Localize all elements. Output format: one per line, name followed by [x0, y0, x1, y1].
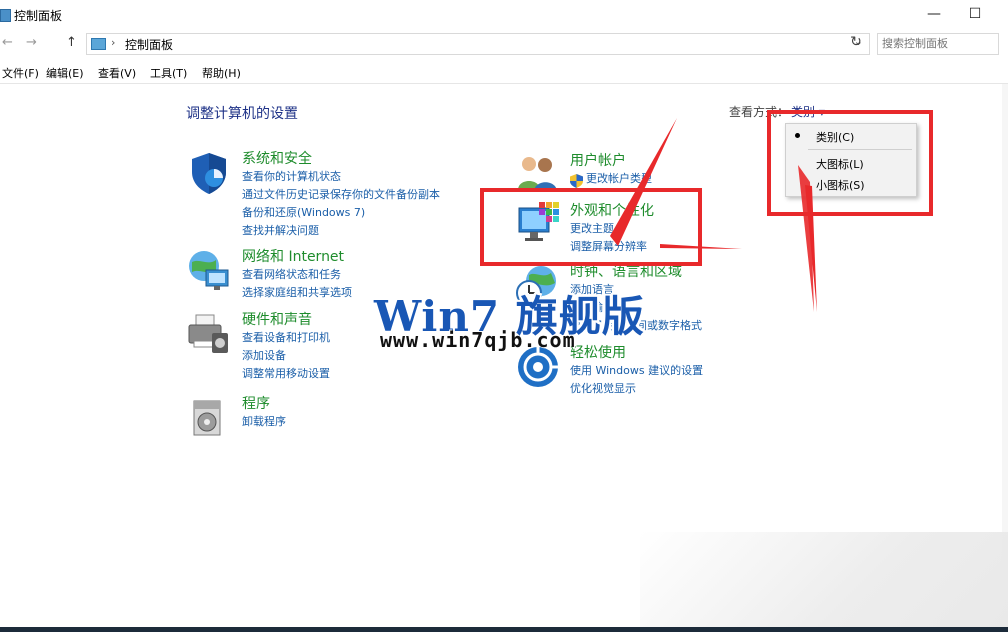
back-button[interactable]: ← — [2, 35, 13, 50]
breadcrumb-separator: › — [111, 36, 116, 49]
category-title[interactable]: 轻松使用 — [570, 344, 703, 362]
category-title[interactable]: 硬件和声音 — [242, 311, 330, 329]
search-box[interactable] — [877, 33, 999, 55]
shield-icon — [192, 153, 226, 194]
globe-network-icon — [189, 251, 229, 290]
refresh-button[interactable]: ↻ — [846, 34, 866, 54]
title-bar: 控制面板 — ☐ — [0, 0, 1008, 30]
category-link[interactable]: 添加设备 — [242, 347, 330, 365]
menu-edit[interactable]: 编辑(E) — [46, 65, 84, 81]
divider — [0, 83, 1008, 84]
menu-file[interactable]: 文件(F) — [2, 65, 39, 81]
menu-help[interactable]: 帮助(H) — [202, 65, 241, 81]
category-title[interactable]: 网络和 Internet — [242, 248, 352, 266]
annotation-box-appearance — [480, 188, 702, 266]
printer-icon — [188, 314, 228, 353]
category-link[interactable]: 使用 Windows 建议的设置 — [570, 362, 703, 380]
page-title: 调整计算机的设置 — [186, 106, 298, 122]
category-link[interactable]: 查看你的计算机状态 — [242, 168, 440, 186]
category-system-security: 系统和安全 查看你的计算机状态 通过文件历史记录保存你的文件备份副本 备份和还原… — [242, 150, 440, 240]
annotation-box-view-menu — [767, 110, 933, 216]
control-panel-icon — [91, 38, 106, 50]
category-link[interactable]: 选择家庭组和共享选项 — [242, 284, 352, 302]
watermark-url: www.win7qjb.com — [380, 328, 576, 352]
minimize-button[interactable]: — — [914, 4, 954, 24]
category-link[interactable]: 查看设备和打印机 — [242, 329, 330, 347]
menu-bar: 文件(F) 编辑(E) 查看(V) 工具(T) 帮助(H) — [0, 62, 1008, 82]
window-title: 控制面板 — [14, 9, 63, 23]
maximize-button[interactable]: ☐ — [955, 4, 995, 24]
category-title[interactable]: 程序 — [242, 395, 286, 413]
forward-button[interactable]: → — [26, 35, 37, 50]
control-panel-icon — [0, 9, 11, 22]
category-title[interactable]: 系统和安全 — [242, 150, 440, 168]
uac-shield-icon — [570, 174, 583, 188]
address-input[interactable]: › 控制面板 ⌄ — [86, 33, 870, 55]
menu-tools[interactable]: 工具(T) — [150, 65, 187, 81]
menu-view[interactable]: 查看(V) — [98, 65, 136, 81]
category-link[interactable]: 调整常用移动设置 — [242, 365, 330, 383]
category-programs: 程序 卸载程序 — [242, 395, 286, 431]
category-link[interactable]: 优化视觉显示 — [570, 380, 703, 398]
category-link[interactable]: 查看网络状态和任务 — [242, 266, 352, 284]
programs-icon — [193, 400, 221, 436]
breadcrumb-control-panel[interactable]: 控制面板 — [125, 36, 173, 53]
category-link[interactable]: 备份和还原(Windows 7) — [242, 204, 440, 222]
category-network-internet: 网络和 Internet 查看网络状态和任务 选择家庭组和共享选项 — [242, 248, 352, 302]
category-title[interactable]: 用户帐户 — [570, 152, 652, 170]
up-button[interactable]: ↑ — [66, 35, 77, 50]
category-ease-of-access: 轻松使用 使用 Windows 建议的设置 优化视觉显示 — [570, 344, 703, 398]
address-bar: ← → ↑ › 控制面板 ⌄ ↻ — [0, 32, 1008, 56]
category-link[interactable]: 通过文件历史记录保存你的文件备份副本 — [242, 186, 440, 204]
category-link[interactable]: 查找并解决问题 — [242, 222, 440, 240]
category-link[interactable]: 卸载程序 — [242, 413, 286, 431]
corner-shadow — [640, 532, 1008, 627]
search-input[interactable] — [878, 34, 998, 52]
category-hardware-sound: 硬件和声音 查看设备和打印机 添加设备 调整常用移动设置 — [242, 311, 330, 383]
taskbar-edge — [0, 627, 1008, 632]
